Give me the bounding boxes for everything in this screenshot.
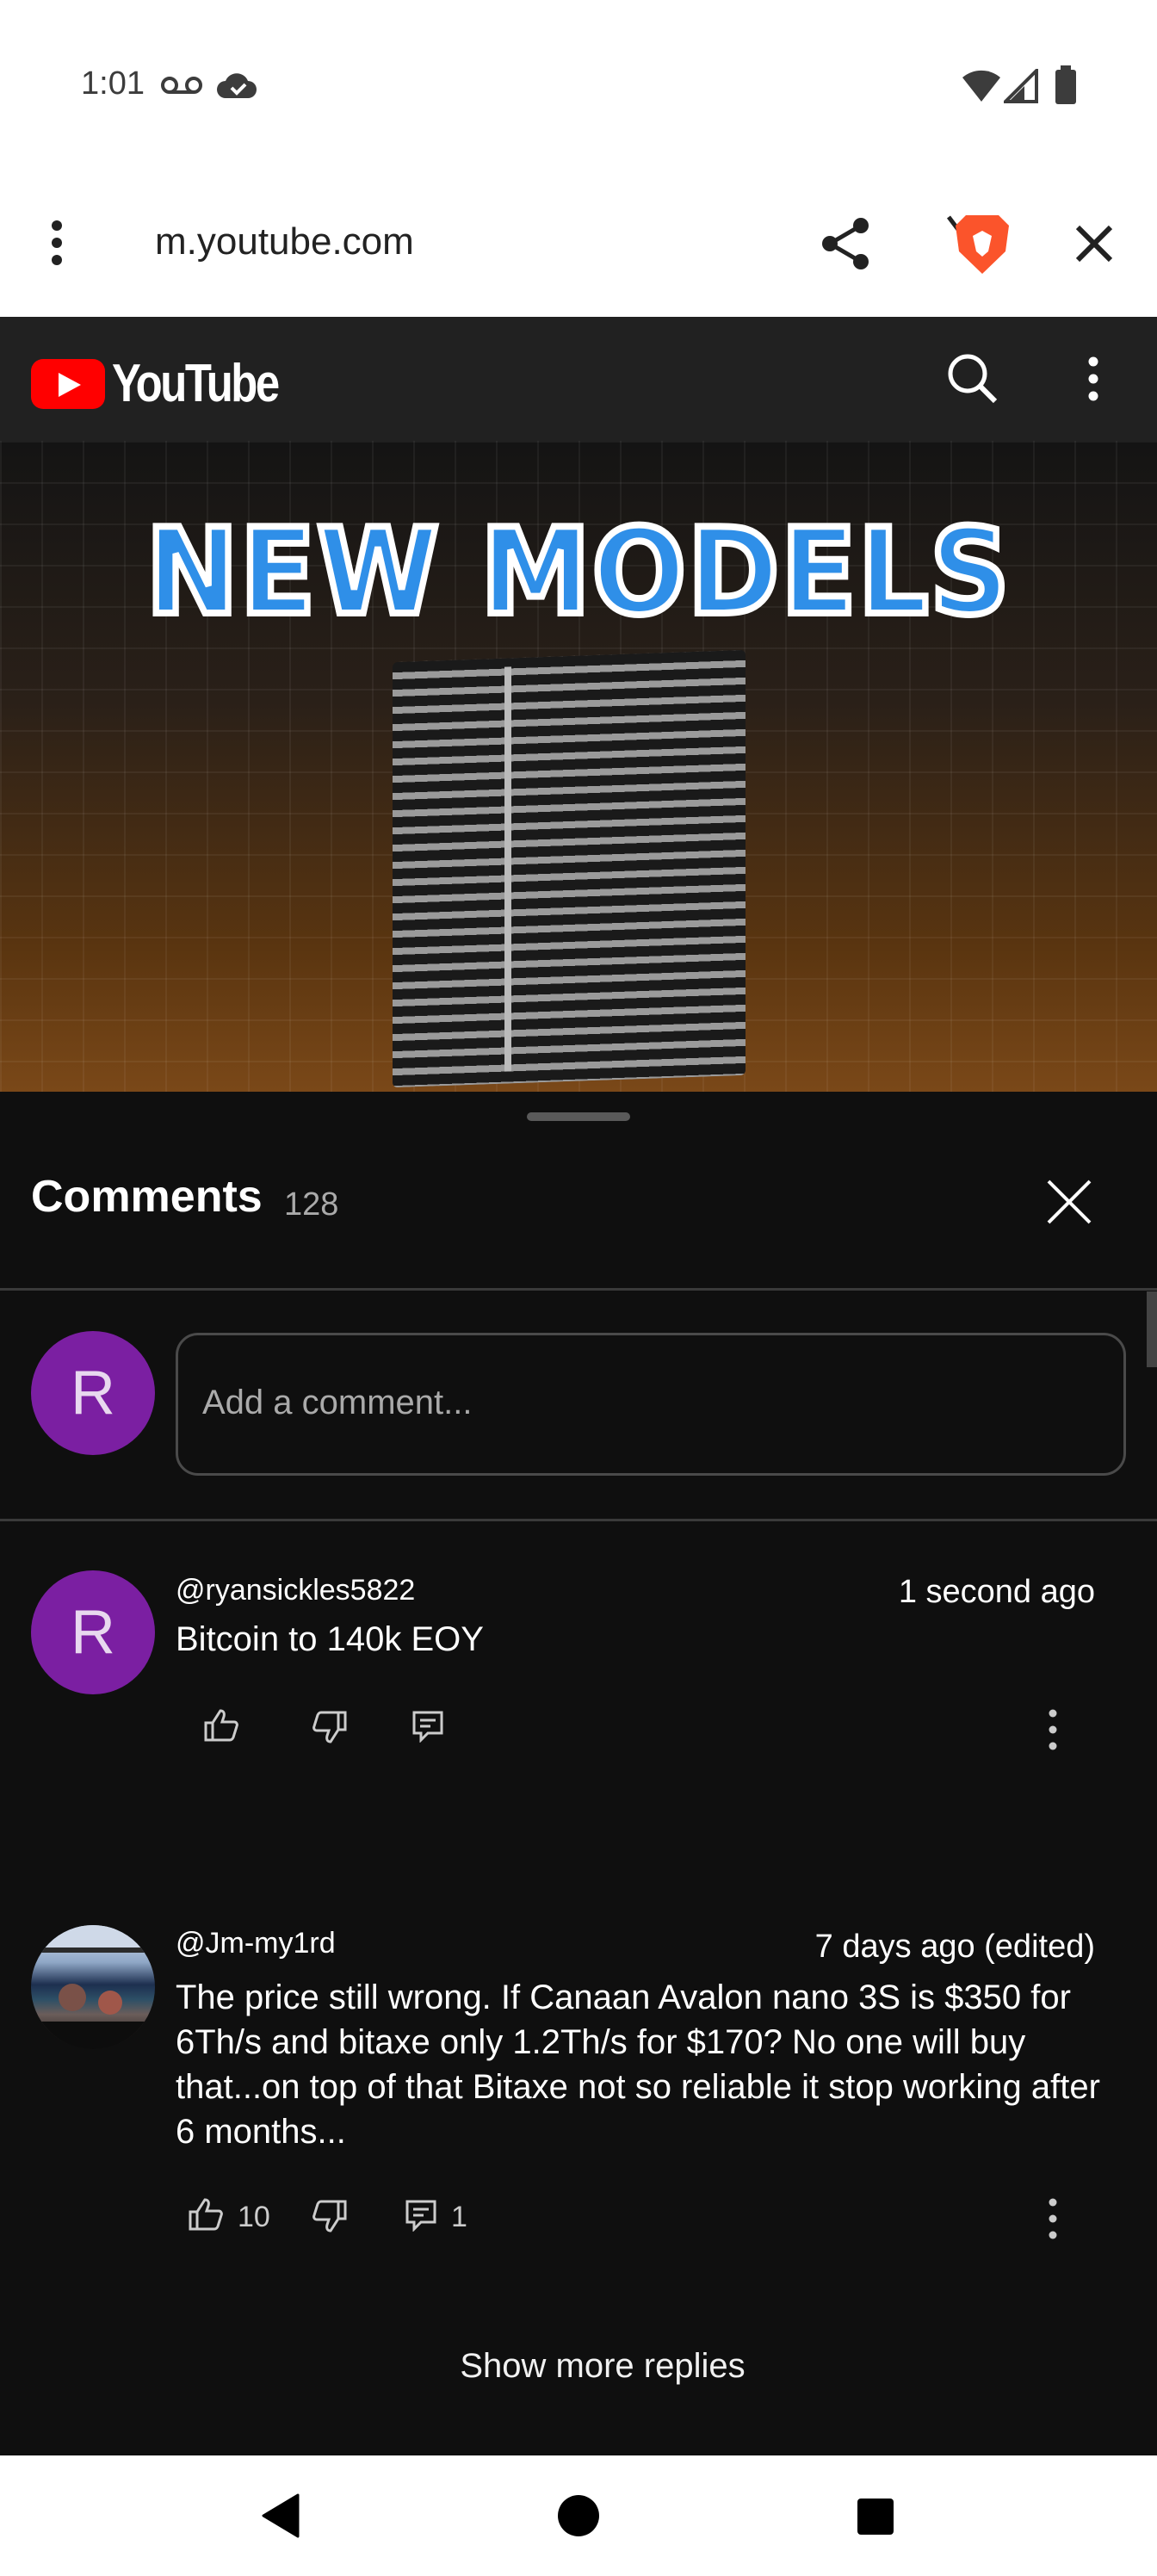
avatar[interactable]: R xyxy=(31,1570,155,1694)
dislike-icon[interactable] xyxy=(312,1710,348,1744)
menu-dots-icon[interactable] xyxy=(50,219,64,267)
comment-more-icon[interactable] xyxy=(1047,2197,1059,2240)
back-icon[interactable] xyxy=(260,2493,300,2538)
comment-time: 7 days ago (edited) xyxy=(814,1929,1095,1965)
reply-icon[interactable] xyxy=(411,1710,444,1743)
divider xyxy=(0,1519,1157,1521)
show-more-replies-button[interactable]: Show more replies xyxy=(0,2347,1157,2386)
comment-time: 1 second ago xyxy=(898,1574,1095,1610)
status-bar: 1:01 xyxy=(0,0,1157,172)
comment-more-icon[interactable] xyxy=(1047,1708,1059,1751)
drag-handle[interactable] xyxy=(527,1112,630,1121)
share-icon[interactable] xyxy=(820,217,871,270)
search-icon[interactable] xyxy=(945,351,999,405)
battery-icon xyxy=(1055,65,1076,104)
comment-author[interactable]: @Jm-my1rd xyxy=(176,1927,336,1960)
video-player[interactable]: NEW MODELS xyxy=(0,441,1157,1092)
avatar: R xyxy=(31,1331,155,1455)
reply-count: 1 xyxy=(451,2201,467,2233)
home-icon[interactable] xyxy=(556,2493,601,2538)
brave-shield-icon[interactable] xyxy=(947,210,1018,277)
like-icon[interactable] xyxy=(188,2197,224,2232)
youtube-logo-text: YouTube xyxy=(112,354,280,413)
comment-text: Bitcoin to 140k EOY xyxy=(176,1620,484,1658)
dislike-icon[interactable] xyxy=(312,2199,348,2233)
more-vert-icon[interactable] xyxy=(1086,355,1100,403)
recents-icon[interactable] xyxy=(856,2497,895,2536)
browser-toolbar: m.youtube.com xyxy=(0,172,1157,317)
add-comment-placeholder: Add a comment... xyxy=(202,1384,473,1421)
youtube-play-icon xyxy=(31,358,105,409)
avatar[interactable] xyxy=(31,1925,155,2049)
comments-panel: Comments 128 R Add a comment... R @ryans… xyxy=(0,1092,1157,2455)
voicemail-icon xyxy=(161,77,202,94)
like-icon[interactable] xyxy=(203,1708,239,1743)
comment-author[interactable]: @ryansickles5822 xyxy=(176,1574,415,1607)
scrollbar[interactable] xyxy=(1147,1291,1157,1367)
video-overlay-text: NEW MODELS xyxy=(143,499,1013,645)
reply-icon[interactable] xyxy=(405,2199,437,2232)
comment-text: The price still wrong. If Canaan Avalon … xyxy=(176,1978,1100,2151)
close-icon[interactable] xyxy=(1074,224,1114,263)
status-time: 1:01 xyxy=(81,65,145,102)
like-count: 10 xyxy=(238,2201,270,2233)
wifi-icon xyxy=(962,70,1000,102)
divider xyxy=(0,1288,1157,1291)
system-nav-bar xyxy=(0,2455,1157,2576)
youtube-header: YouTube xyxy=(0,317,1157,441)
close-comments-icon[interactable] xyxy=(1045,1178,1093,1226)
comments-title: Comments xyxy=(31,1172,263,1222)
youtube-logo[interactable]: YouTube xyxy=(31,353,314,414)
video-device-image xyxy=(393,649,746,1088)
add-comment-input[interactable]: Add a comment... xyxy=(176,1333,1126,1476)
signal-icon xyxy=(1004,69,1038,103)
cloud-icon xyxy=(217,73,257,98)
comments-count: 128 xyxy=(284,1186,339,1223)
aquarium-avatar-image xyxy=(31,1925,155,2049)
address-bar-url[interactable]: m.youtube.com xyxy=(155,220,414,263)
